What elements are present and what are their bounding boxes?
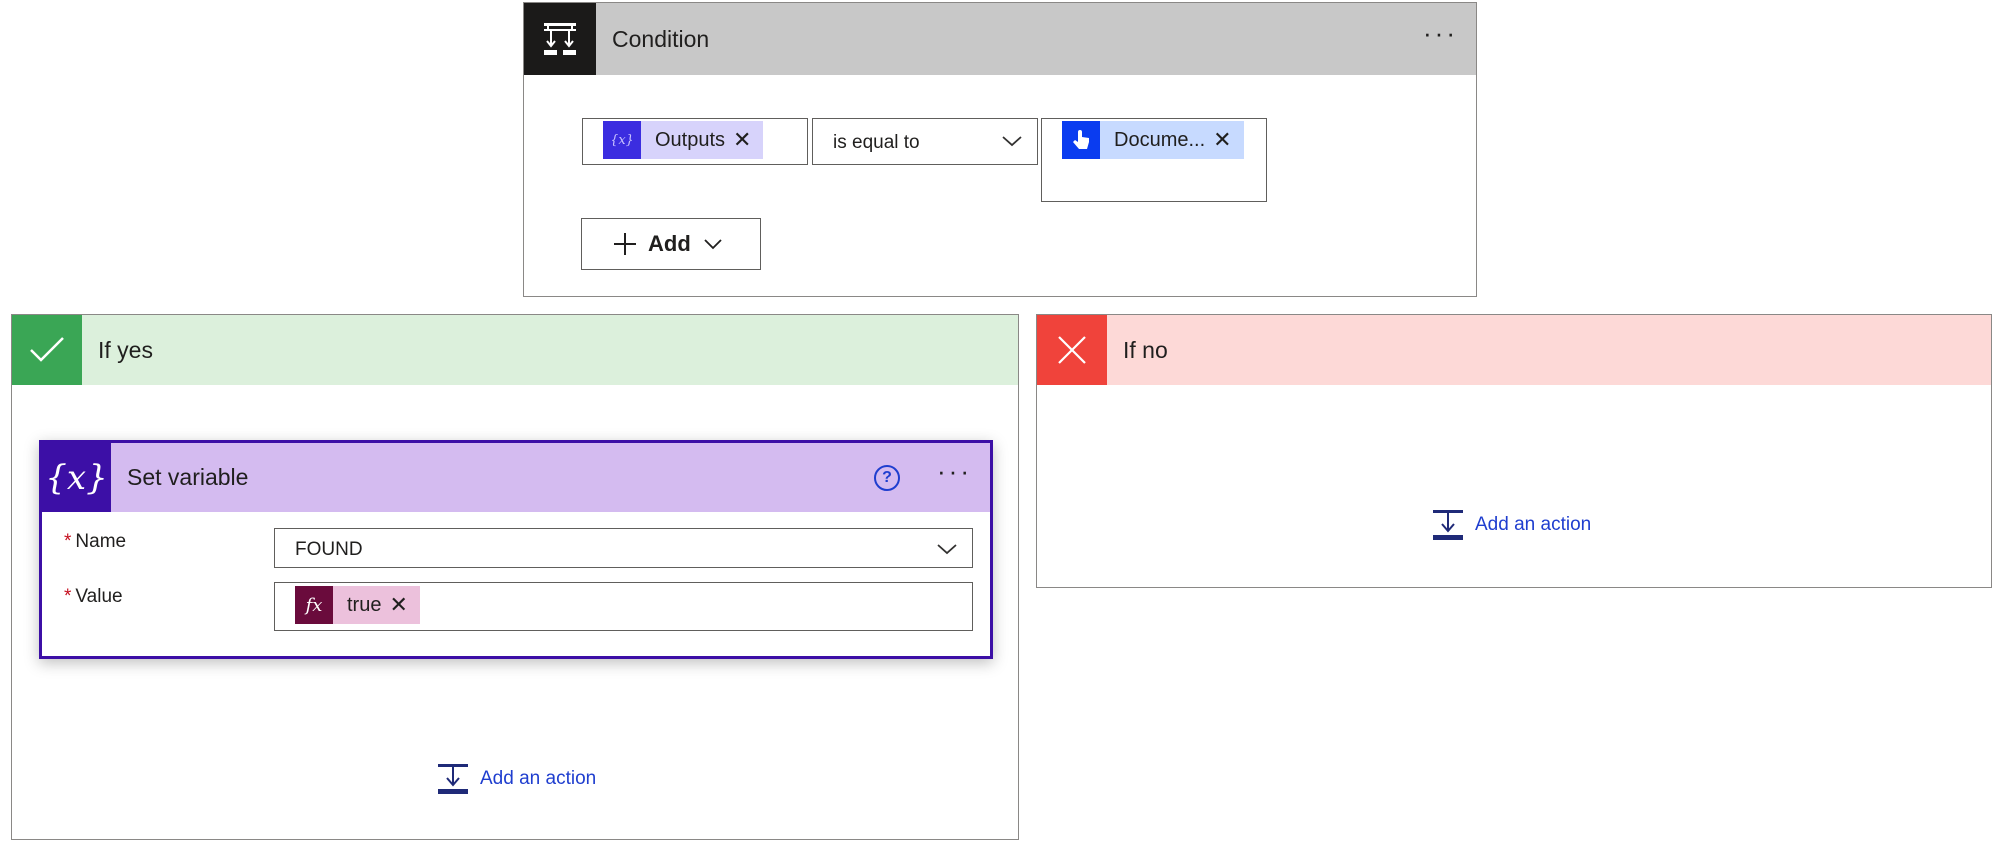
- add-button[interactable]: Add: [581, 218, 761, 270]
- variable-icon: {𝑥}: [42, 443, 111, 512]
- condition-right-operand[interactable]: Docume... ✕: [1041, 118, 1267, 202]
- add-action-button-no[interactable]: Add an action: [1431, 508, 1591, 542]
- remove-token-icon[interactable]: ✕: [389, 592, 419, 618]
- set-variable-header[interactable]: {𝑥} Set variable ? ···: [42, 443, 990, 512]
- if-no-header[interactable]: If no: [1037, 315, 1991, 385]
- remove-token-icon[interactable]: ✕: [1213, 127, 1243, 153]
- name-dropdown[interactable]: FOUND: [274, 528, 973, 568]
- add-action-icon: [438, 764, 468, 794]
- set-variable-card[interactable]: {𝑥} Set variable ? ··· * Name FOUND * Valu…: [39, 440, 993, 659]
- add-button-label: Add: [648, 231, 691, 256]
- touch-trigger-icon: [1062, 121, 1100, 159]
- if-yes-branch[interactable]: If yes {𝑥} Set variable ? ··· * Name FOUN…: [11, 314, 1019, 840]
- condition-more-menu[interactable]: ···: [1423, 20, 1458, 46]
- condition-header[interactable]: Condition ···: [524, 3, 1476, 75]
- condition-left-operand[interactable]: {𝑥} Outputs ✕: [582, 118, 808, 165]
- if-no-title: If no: [1123, 336, 1168, 363]
- condition-icon: [524, 3, 596, 75]
- set-variable-more-menu[interactable]: ···: [937, 458, 972, 484]
- document-token-label: Docume...: [1114, 128, 1206, 151]
- true-token-label: true: [347, 593, 382, 616]
- variable-icon: {𝑥}: [603, 121, 641, 159]
- condition-card[interactable]: Condition ··· {𝑥} Outputs ✕ is equal to …: [523, 2, 1477, 297]
- operator-value: is equal to: [833, 132, 920, 153]
- if-no-branch[interactable]: If no Add an action: [1036, 314, 1992, 588]
- function-icon: fx: [295, 586, 333, 624]
- value-field-label: * Value: [64, 586, 123, 607]
- chevron-down-icon: [1002, 136, 1022, 147]
- if-yes-header[interactable]: If yes: [12, 315, 1018, 385]
- chevron-down-icon: [704, 239, 722, 250]
- add-action-button-yes[interactable]: Add an action: [436, 762, 596, 796]
- true-expression-token[interactable]: fx true ✕: [295, 586, 420, 624]
- condition-title: Condition: [612, 25, 710, 52]
- add-action-label: Add an action: [480, 768, 597, 789]
- value-input[interactable]: fx true ✕: [274, 582, 973, 631]
- operator-dropdown[interactable]: is equal to: [812, 118, 1038, 165]
- document-token[interactable]: Docume... ✕: [1062, 121, 1244, 159]
- checkmark-icon: [12, 315, 82, 385]
- chevron-down-icon: [937, 544, 957, 555]
- set-variable-title: Set variable: [127, 464, 249, 490]
- name-field-label: * Name: [64, 531, 127, 552]
- outputs-token[interactable]: {𝑥} Outputs ✕: [603, 121, 764, 159]
- if-yes-title: If yes: [98, 336, 153, 363]
- add-action-label: Add an action: [1475, 514, 1592, 535]
- remove-token-icon[interactable]: ✕: [733, 127, 763, 153]
- help-icon[interactable]: ?: [874, 465, 900, 491]
- name-dropdown-value: FOUND: [295, 539, 363, 560]
- plus-icon: [614, 233, 636, 255]
- outputs-token-label: Outputs: [655, 128, 726, 151]
- svg-text:{𝑥}: {𝑥}: [612, 133, 632, 148]
- add-action-icon: [1433, 510, 1463, 540]
- close-icon: [1037, 315, 1107, 385]
